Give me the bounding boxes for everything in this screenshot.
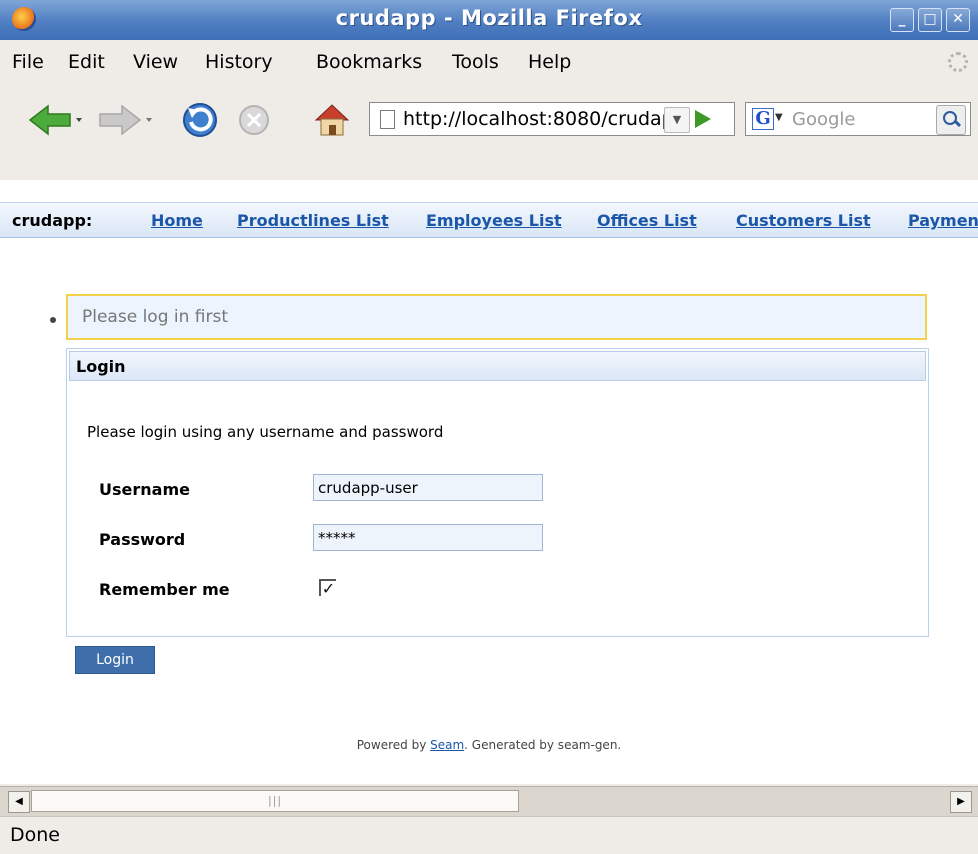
google-engine-icon[interactable]: G <box>752 108 774 130</box>
minimize-icon[interactable]: _ <box>890 8 914 32</box>
menu-help[interactable]: Help <box>528 51 571 73</box>
menu-edit[interactable]: Edit <box>68 51 105 73</box>
engine-dropdown-icon[interactable]: ▼ <box>775 112 783 123</box>
message-bullet <box>50 317 56 323</box>
window-title: crudapp - Mozilla Firefox <box>335 6 643 30</box>
password-label: Password <box>99 530 186 549</box>
back-button[interactable] <box>26 100 82 140</box>
footer-suffix: . Generated by seam-gen. <box>464 738 622 752</box>
info-message: Please log in first <box>66 294 927 340</box>
nav-link-productlines[interactable]: Productlines List <box>237 211 389 230</box>
close-icon[interactable]: ✕ <box>946 8 970 32</box>
nav-link-employees[interactable]: Employees List <box>426 211 562 230</box>
firefox-window: crudapp - Mozilla Firefox _ □ ✕ File Edi… <box>0 0 978 854</box>
nav-link-customers[interactable]: Customers List <box>736 211 871 230</box>
seam-link[interactable]: Seam <box>430 738 464 752</box>
reload-icon[interactable] <box>180 100 220 140</box>
url-text[interactable]: http://localhost:8080/crudapp/home.seam <box>403 108 673 130</box>
nav-link-payments[interactable]: Payments List <box>908 211 978 230</box>
app-nav-bar: crudapp: Home Productlines List Employee… <box>0 202 978 238</box>
maximize-icon[interactable]: □ <box>918 8 942 32</box>
page-content: crudapp: Home Productlines List Employee… <box>0 180 978 784</box>
menu-bar: File Edit View History Bookmarks Tools H… <box>0 40 978 76</box>
nav-link-offices[interactable]: Offices List <box>597 211 697 230</box>
grip-icon: ||| <box>268 794 283 807</box>
menu-tools[interactable]: Tools <box>452 51 499 73</box>
url-bar[interactable]: http://localhost:8080/crudapp/home.seam … <box>369 102 735 136</box>
menu-history[interactable]: History <box>205 51 273 73</box>
login-panel-header: Login <box>69 351 926 381</box>
remember-me-label: Remember me <box>99 580 230 599</box>
nav-link-home[interactable]: Home <box>151 211 203 230</box>
scroll-right-icon[interactable]: ▶ <box>950 791 972 813</box>
stop-icon[interactable] <box>234 100 274 140</box>
throbber-icon <box>948 52 968 72</box>
status-text: Done <box>10 824 60 846</box>
password-field[interactable] <box>313 524 543 551</box>
remember-me-checkbox[interactable]: ✓ <box>319 579 336 597</box>
search-icon[interactable] <box>936 105 966 135</box>
bookmarks-toolbar <box>0 164 978 181</box>
info-message-text: Please log in first <box>82 307 229 327</box>
username-field[interactable] <box>313 474 543 501</box>
app-brand: crudapp: <box>12 211 93 230</box>
username-label: Username <box>99 480 190 499</box>
scrollbar-thumb[interactable]: ||| <box>31 790 519 812</box>
login-instructions: Please login using any username and pass… <box>87 423 444 441</box>
url-dropdown-icon[interactable]: ▼ <box>664 107 690 133</box>
page-icon <box>380 110 395 129</box>
login-button[interactable]: Login <box>75 646 155 674</box>
menu-file[interactable]: File <box>12 51 44 73</box>
menu-bookmarks[interactable]: Bookmarks <box>316 51 422 73</box>
home-icon[interactable] <box>312 100 352 140</box>
menu-view[interactable]: View <box>133 51 178 73</box>
search-input[interactable]: Google <box>792 109 855 130</box>
footer-prefix: Powered by <box>356 738 431 752</box>
search-bar[interactable]: G ▼ Google <box>745 102 971 136</box>
forward-button[interactable] <box>96 100 152 140</box>
login-panel-title: Login <box>76 357 126 376</box>
status-bar: Done <box>0 816 978 854</box>
login-panel: Login Please login using any username an… <box>66 348 929 637</box>
scroll-left-icon[interactable]: ◀ <box>8 791 30 813</box>
title-bar: crudapp - Mozilla Firefox _ □ ✕ <box>0 0 978 40</box>
go-icon[interactable] <box>695 110 711 128</box>
horizontal-scrollbar[interactable]: ◀ ||| ▶ <box>0 786 978 817</box>
page-footer: Powered by Seam. Generated by seam-gen. <box>0 738 978 752</box>
